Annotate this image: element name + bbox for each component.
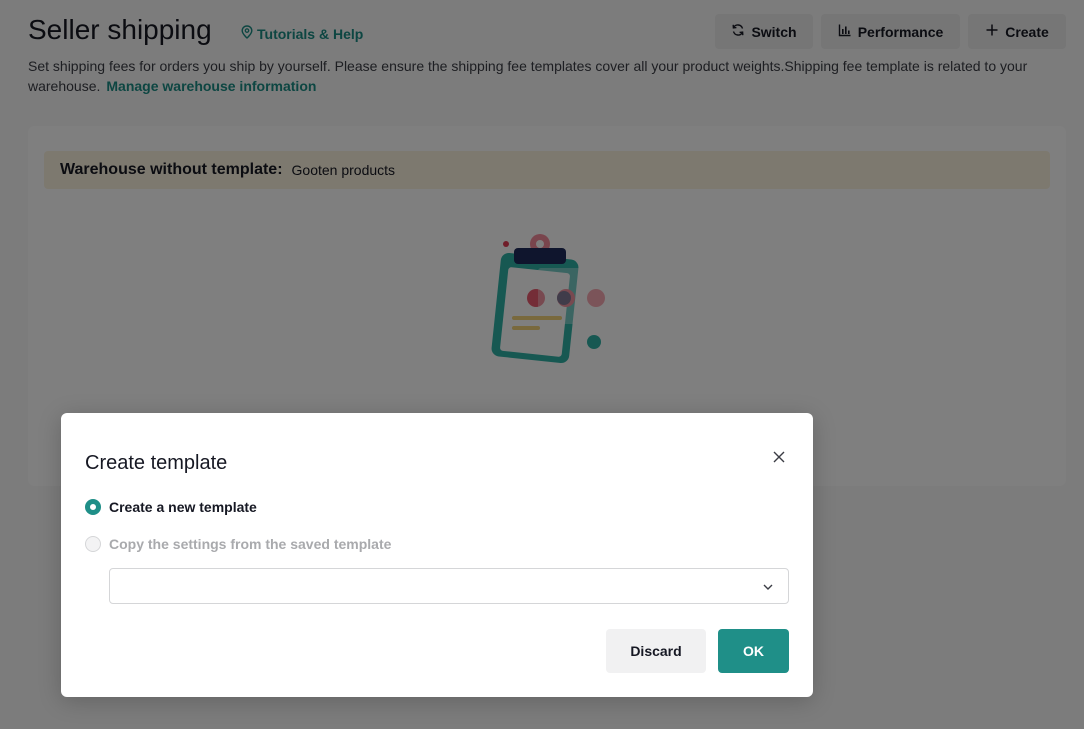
- option-copy-template-label: Copy the settings from the saved templat…: [109, 536, 392, 552]
- create-template-dialog: Create template Create a new template Co…: [61, 413, 813, 697]
- saved-template-select[interactable]: [109, 568, 789, 604]
- discard-button[interactable]: Discard: [606, 629, 706, 673]
- dialog-title: Create template: [85, 452, 228, 474]
- radio-unchecked-icon[interactable]: [85, 536, 101, 552]
- close-button[interactable]: [769, 449, 789, 469]
- chevron-down-icon: [762, 580, 774, 592]
- option-new-template-label: Create a new template: [109, 499, 257, 515]
- close-icon: [773, 450, 785, 468]
- option-new-template[interactable]: Create a new template: [85, 499, 257, 515]
- ok-button[interactable]: OK: [718, 629, 789, 673]
- option-copy-template[interactable]: Copy the settings from the saved templat…: [85, 536, 391, 552]
- radio-checked-icon[interactable]: [85, 499, 101, 515]
